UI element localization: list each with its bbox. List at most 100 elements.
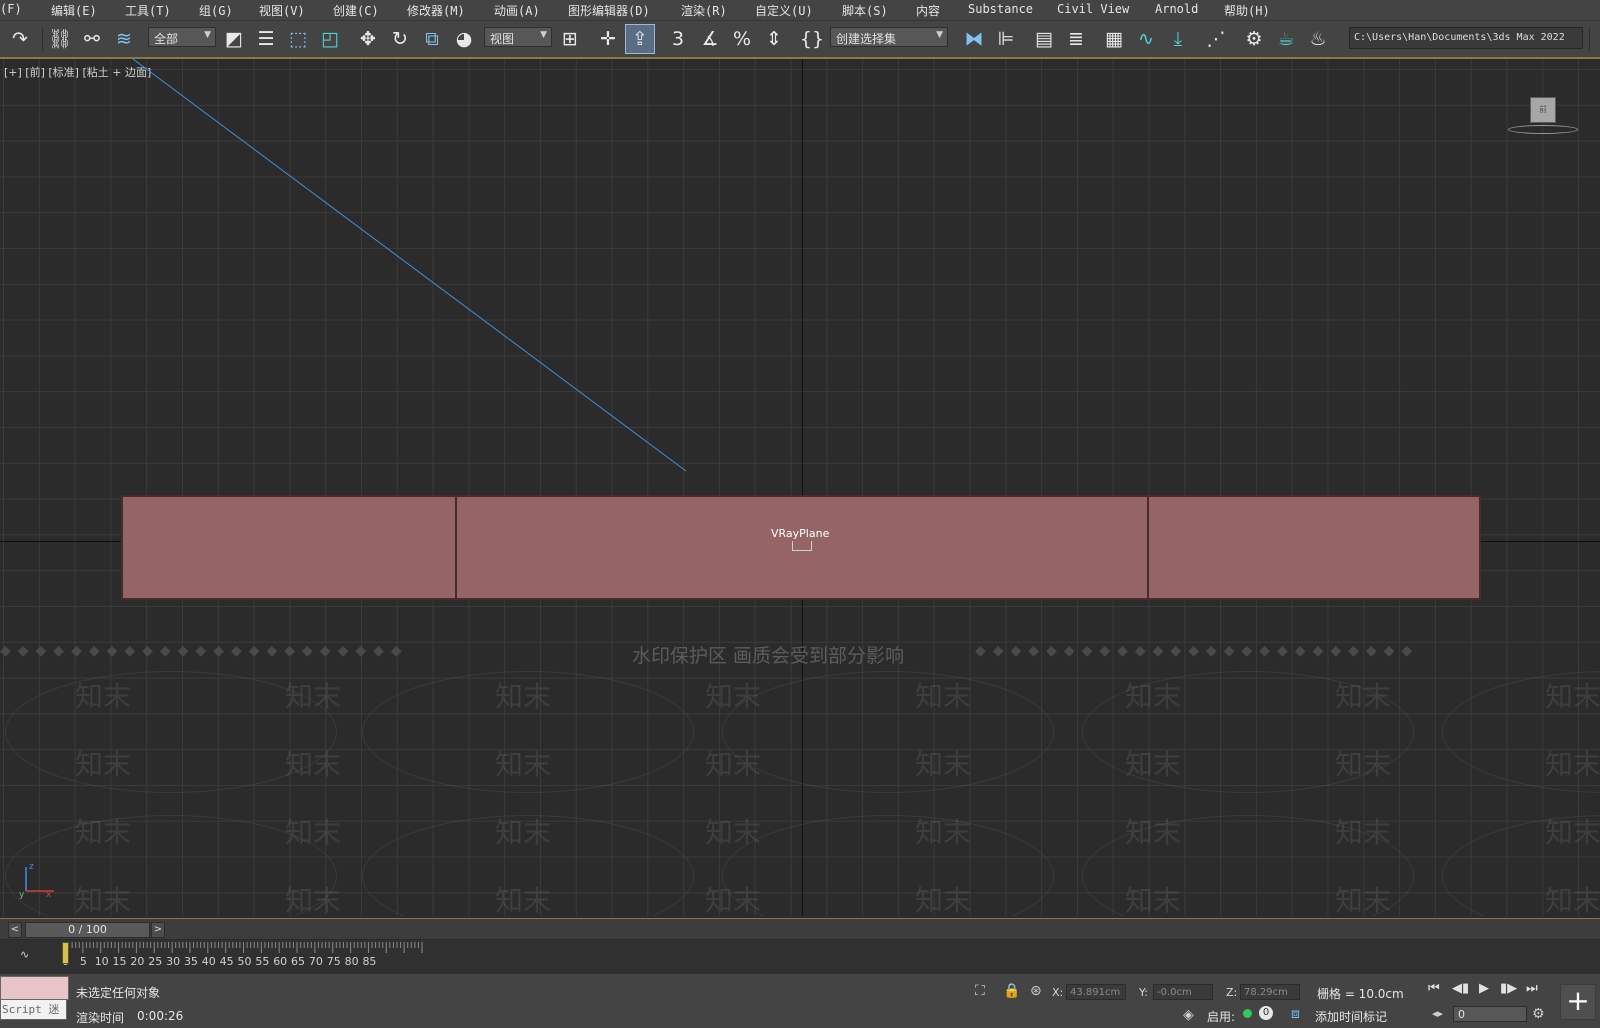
- watermark-logo: 知末: [75, 748, 132, 781]
- spinner-snap-icon[interactable]: ⇕: [760, 25, 788, 53]
- add-time-tag-link[interactable]: 添加时间标记: [1315, 1008, 1387, 1025]
- rotate-icon[interactable]: ↻: [386, 25, 414, 53]
- menu-tools[interactable]: 工具(T): [125, 2, 171, 19]
- menu-views[interactable]: 视图(V): [259, 2, 305, 19]
- angle-snap-icon[interactable]: ∡: [696, 25, 724, 53]
- maxscript-listener-top[interactable]: [0, 976, 69, 1000]
- y-coord-label: Y:: [1139, 986, 1148, 999]
- isolate-selection-icon[interactable]: ⛶: [975, 984, 985, 998]
- maxscript-listener[interactable]: Script 迷: [0, 976, 69, 1022]
- scale-icon[interactable]: ⧉: [418, 25, 446, 53]
- key-mode-icon[interactable]: ◂▸: [1432, 1008, 1443, 1019]
- redo-icon[interactable]: ↷: [6, 25, 34, 53]
- viewcube-face[interactable]: 前: [1530, 97, 1556, 123]
- time-slider-next-button[interactable]: >: [151, 922, 165, 938]
- project-path-field[interactable]: C:\Users\Han\Documents\3ds Max 2022: [1349, 27, 1583, 49]
- watermark-logo: 知末: [1545, 748, 1600, 781]
- watermark-logo: 知末: [495, 748, 552, 781]
- menu-group[interactable]: 组(G): [199, 2, 233, 19]
- reference-coordinate-dropdown[interactable]: 视图 ▼: [484, 27, 552, 47]
- track-bar[interactable]: ∿ 0510152025303540455055606570758085: [0, 940, 1600, 974]
- toggle-ribbon-icon[interactable]: ▦: [1100, 25, 1128, 53]
- status-green-dot: [1243, 1009, 1252, 1018]
- menu-graph-editors[interactable]: 图形编辑器(D): [568, 2, 650, 19]
- menu-civil-view[interactable]: Civil View: [1057, 2, 1129, 16]
- material-editor-icon[interactable]: ⚙: [1240, 25, 1268, 53]
- menu-animation[interactable]: 动画(A): [494, 2, 540, 19]
- current-frame-field[interactable]: 0: [1453, 1006, 1527, 1022]
- render-time-value: 0:00:26: [137, 1009, 184, 1023]
- menu-rendering[interactable]: 渲染(R): [681, 2, 727, 19]
- viewcube[interactable]: 前: [1508, 97, 1578, 137]
- render-setup-icon[interactable]: ☕: [1272, 25, 1300, 53]
- time-slider-thumb[interactable]: 0 / 100: [25, 922, 150, 938]
- window-crossing-icon[interactable]: ◰: [316, 25, 344, 53]
- select-object-icon[interactable]: ◩: [220, 25, 248, 53]
- grid-size-text: 栅格 = 10.0cm: [1317, 987, 1404, 1001]
- unlink-icon[interactable]: ⚯: [78, 25, 106, 53]
- previous-frame-icon[interactable]: ◀▮: [1452, 982, 1469, 995]
- watermark-logo: 知末: [75, 884, 132, 916]
- keyboard-shortcut-override-icon[interactable]: ⇪: [625, 24, 655, 54]
- z-coord-field[interactable]: 78.29cm: [1240, 984, 1300, 1000]
- dope-sheet-icon[interactable]: ⤓: [1164, 25, 1192, 53]
- watermark-logo: 知末: [705, 680, 762, 713]
- rectangular-selection-icon[interactable]: ⬚: [284, 25, 312, 53]
- time-tag-icon[interactable]: ⧈: [1291, 1007, 1300, 1021]
- toolbar-separator: [42, 27, 43, 51]
- render-frame-icon[interactable]: ♨: [1304, 25, 1332, 53]
- front-viewport[interactable]: [+] [前] [标准] [粘土 + 边面] VRayPlane 前 ◆◆◆◆◆…: [0, 59, 1600, 916]
- chevron-down-icon: ▼: [936, 30, 943, 40]
- watermark-logo: 知末: [285, 748, 342, 781]
- viewcube-ring[interactable]: [1508, 125, 1578, 134]
- menu-substance[interactable]: Substance: [968, 2, 1033, 16]
- y-coord-field[interactable]: -0.0cm: [1153, 984, 1213, 1000]
- menu-modifiers[interactable]: 修改器(M): [407, 2, 465, 19]
- layer-explorer-icon[interactable]: ≣: [1062, 25, 1090, 53]
- lock-icon[interactable]: 🔒: [1003, 984, 1020, 998]
- bind-space-warp-icon[interactable]: ≋: [110, 25, 138, 53]
- menu-help[interactable]: 帮助(H): [1224, 2, 1270, 19]
- add-viewport-button[interactable]: +: [1560, 984, 1596, 1020]
- next-frame-icon[interactable]: ▮▶: [1500, 982, 1517, 995]
- select-manipulate-icon[interactable]: ✛: [594, 25, 622, 53]
- move-icon[interactable]: ✥: [354, 25, 382, 53]
- select-by-name-icon[interactable]: ☰: [252, 25, 280, 53]
- absolute-mode-icon[interactable]: ⊛: [1030, 984, 1042, 998]
- watermark-logo: 知末: [1335, 748, 1392, 781]
- maxscript-listener-input[interactable]: Script 迷: [0, 999, 67, 1020]
- play-icon[interactable]: ▶: [1479, 982, 1489, 995]
- chevron-down-icon: ▼: [204, 30, 211, 40]
- time-slider-prev-button[interactable]: <: [8, 922, 22, 938]
- menu-edit[interactable]: 编辑(E): [51, 2, 97, 19]
- percent-snap-icon[interactable]: %: [728, 25, 756, 53]
- toolbar-separator: [1589, 27, 1590, 51]
- watermark-logo: 知末: [495, 884, 552, 916]
- selection-filter-dropdown[interactable]: 全部 ▼: [148, 27, 216, 47]
- menu-content[interactable]: 内容: [916, 2, 940, 19]
- schematic-view-icon[interactable]: ⋰: [1202, 25, 1230, 53]
- edit-named-selection-icon[interactable]: {}: [798, 25, 826, 53]
- menu-scripting[interactable]: 脚本(S): [842, 2, 888, 19]
- named-selection-set-dropdown[interactable]: 创建选择集 ▼: [830, 27, 948, 47]
- pivot-center-icon[interactable]: ⊞: [556, 25, 584, 53]
- go-to-end-icon[interactable]: ⏭: [1526, 982, 1538, 995]
- link-icon[interactable]: ⛓: [46, 25, 74, 53]
- menu-file[interactable]: (F): [0, 2, 22, 16]
- current-frame-marker[interactable]: [62, 942, 69, 964]
- go-to-start-icon[interactable]: ⏮: [1428, 982, 1440, 995]
- placement-icon[interactable]: ◕: [450, 25, 478, 53]
- align-icon[interactable]: ⊫: [992, 25, 1020, 53]
- snaps-3d-icon[interactable]: 3: [664, 25, 692, 53]
- mirror-icon[interactable]: ⧓: [960, 25, 988, 53]
- menu-create[interactable]: 创建(C): [333, 2, 379, 19]
- menu-arnold[interactable]: Arnold: [1155, 2, 1198, 16]
- curve-editor-icon[interactable]: ∿: [1132, 25, 1160, 53]
- current-frame-value: 0: [1458, 1008, 1465, 1021]
- time-configuration-icon[interactable]: ⚙: [1532, 1007, 1545, 1021]
- x-coord-field[interactable]: 43.891cm: [1066, 984, 1126, 1000]
- menu-customize[interactable]: 自定义(U): [755, 2, 813, 19]
- enabled-count-badge[interactable]: 0: [1259, 1006, 1273, 1020]
- adaptive-degradation-icon[interactable]: ◈: [1183, 1008, 1194, 1022]
- scene-explorer-icon[interactable]: ▤: [1030, 25, 1058, 53]
